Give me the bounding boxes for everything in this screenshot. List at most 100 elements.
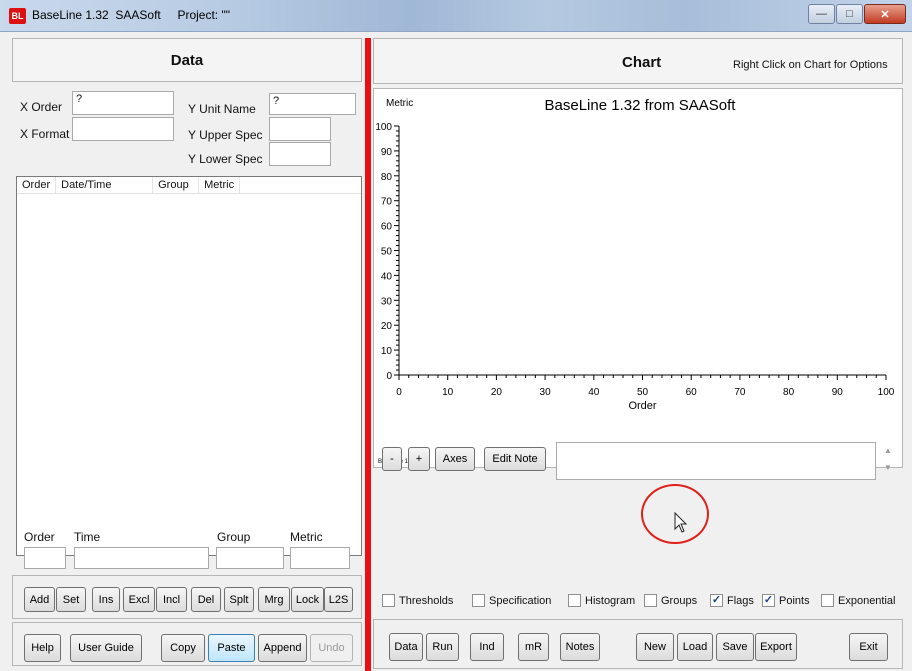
copy-button[interactable]: Copy <box>161 634 205 662</box>
zoom-in-button[interactable]: + <box>408 447 430 471</box>
y-unit-name-field[interactable]: ? <box>269 93 356 115</box>
chart-options-hint: Right Click on Chart for Options <box>733 59 888 71</box>
checkbox-box[interactable]: ✓ <box>762 594 775 607</box>
chart-area[interactable]: BaseLine 1.32 from SAASoft Metric Order Bas… <box>373 88 903 468</box>
chart-panel-title: Chart <box>622 54 662 71</box>
notes-button[interactable]: Notes <box>560 633 600 661</box>
entry-group-field[interactable] <box>216 547 284 569</box>
entry-time-field[interactable] <box>74 547 209 569</box>
x-tick-label: 80 <box>783 387 795 398</box>
set-button[interactable]: Set <box>56 587 86 612</box>
y-tick-label: 90 <box>381 147 393 158</box>
x-tick-label: 50 <box>637 387 649 398</box>
entry-group-label: Group <box>217 530 251 544</box>
x-tick-label: 20 <box>491 387 503 398</box>
close-icon[interactable]: ✕ <box>864 4 906 24</box>
note-scrollbar[interactable]: ▲ ▼ <box>881 442 895 480</box>
column-date-time[interactable]: Date/Time <box>56 177 154 193</box>
title-bar[interactable]: BL BaseLine 1.32 SAASoft Project: "" — □… <box>0 0 912 32</box>
entry-metric-label: Metric <box>290 530 323 544</box>
maximize-icon[interactable]: □ <box>836 4 863 24</box>
mr-chart-button[interactable]: mR <box>518 633 549 661</box>
export-button[interactable]: Export <box>755 633 797 661</box>
exit-button[interactable]: Exit <box>849 633 888 661</box>
zoom-out-button[interactable]: - <box>382 447 402 471</box>
file-toolbar: Help User Guide Copy Paste Append Undo <box>12 622 362 666</box>
y-tick-label: 10 <box>381 346 393 357</box>
ins-button[interactable]: Ins <box>92 587 120 612</box>
column-metric[interactable]: Metric <box>199 177 241 193</box>
checkbox-box[interactable] <box>568 594 581 607</box>
y-tick-label: 80 <box>381 172 393 183</box>
x-tick-label: 40 <box>588 387 600 398</box>
save-button[interactable]: Save <box>716 633 754 661</box>
data-view-button[interactable]: Data <box>389 633 423 661</box>
x-order-field[interactable]: ? <box>72 91 174 115</box>
chart-toolbar: Data Run Ind mR Notes New Load Save Expo… <box>373 619 903 669</box>
merge-button[interactable]: Mrg <box>258 587 290 612</box>
x-format-field[interactable] <box>72 117 174 141</box>
x-order-label: X Order <box>20 100 63 114</box>
panel-splitter[interactable] <box>365 38 371 671</box>
note-field[interactable] <box>556 442 876 480</box>
excl-button[interactable]: Excl <box>123 587 155 612</box>
undo-button[interactable]: Undo <box>310 634 353 662</box>
edit-note-button[interactable]: Edit Note <box>484 447 546 471</box>
checkbox-exponential[interactable]: Exponential <box>821 594 896 607</box>
x-tick-label: 30 <box>540 387 552 398</box>
checkbox-label: Thresholds <box>399 594 454 607</box>
incl-button[interactable]: Incl <box>156 587 187 612</box>
lock-button[interactable]: Lock <box>291 587 324 612</box>
checkbox-box[interactable] <box>382 594 395 607</box>
checkbox-box[interactable] <box>644 594 657 607</box>
split-button[interactable]: Splt <box>224 587 254 612</box>
scroll-up-icon[interactable]: ▲ <box>881 442 895 459</box>
checkbox-label: Specification <box>489 594 552 607</box>
y-upper-spec-label: Y Upper Spec <box>188 128 263 142</box>
ind-chart-button[interactable]: Ind <box>470 633 504 661</box>
load-button[interactable]: Load <box>677 633 713 661</box>
l2s-button[interactable]: L2S <box>324 587 353 612</box>
checkbox-specification[interactable]: Specification <box>472 594 551 607</box>
scroll-down-icon[interactable]: ▼ <box>881 459 895 476</box>
y-lower-spec-label: Y Lower Spec <box>188 152 263 166</box>
data-table[interactable]: Order Date/Time Group Metric <box>16 176 362 556</box>
chart-panel: Chart Right Click on Chart for Options B… <box>373 38 912 671</box>
new-button[interactable]: New <box>636 633 674 661</box>
del-button[interactable]: Del <box>191 587 221 612</box>
column-order[interactable]: Order <box>17 177 57 193</box>
app-icon: BL <box>9 8 26 24</box>
chart-title: BaseLine 1.32 from SAASoft <box>545 97 737 114</box>
entry-order-label: Order <box>24 530 55 544</box>
checkbox-points[interactable]: ✓ Points <box>762 594 810 607</box>
chart-svg[interactable]: BaseLine 1.32 from SAASoftMetricOrderBas… <box>374 89 902 467</box>
y-tick-label: 70 <box>381 197 393 208</box>
checkbox-box[interactable] <box>821 594 834 607</box>
x-tick-label: 90 <box>832 387 844 398</box>
help-button[interactable]: Help <box>24 634 61 662</box>
paste-button[interactable]: Paste <box>208 634 255 662</box>
axes-button[interactable]: Axes <box>435 447 475 471</box>
checkbox-flags[interactable]: ✓ Flags <box>710 594 754 607</box>
checkbox-box[interactable] <box>472 594 485 607</box>
checkbox-histogram[interactable]: Histogram <box>568 594 635 607</box>
user-guide-button[interactable]: User Guide <box>70 634 142 662</box>
y-tick-label: 50 <box>381 247 393 258</box>
y-upper-spec-field[interactable] <box>269 117 331 141</box>
data-panel-title: Data <box>12 38 362 82</box>
run-chart-button[interactable]: Run <box>426 633 459 661</box>
window-title: BaseLine 1.32 SAASoft Project: "" <box>32 8 230 22</box>
column-group[interactable]: Group <box>153 177 200 193</box>
data-panel: Data X Order ? X Format Y Unit Name ? Y … <box>12 38 362 666</box>
checkbox-label: Histogram <box>585 594 636 607</box>
checkbox-thresholds[interactable]: Thresholds <box>382 594 453 607</box>
y-lower-spec-field[interactable] <box>269 142 331 166</box>
y-tick-label: 20 <box>381 321 393 332</box>
checkbox-box[interactable]: ✓ <box>710 594 723 607</box>
entry-order-field[interactable] <box>24 547 66 569</box>
append-button[interactable]: Append <box>258 634 307 662</box>
checkbox-groups[interactable]: Groups <box>644 594 697 607</box>
minimize-icon[interactable]: — <box>808 4 835 24</box>
entry-metric-field[interactable] <box>290 547 350 569</box>
add-button[interactable]: Add <box>24 587 55 612</box>
